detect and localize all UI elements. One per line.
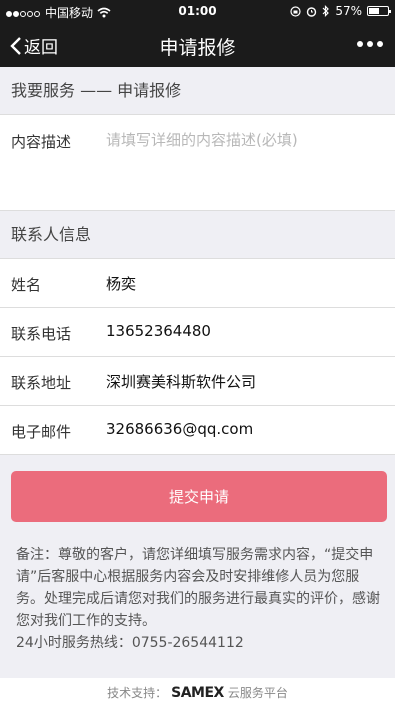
more-dots-icon[interactable]: [357, 41, 383, 47]
nav-bar: 返回 申请报修: [0, 22, 395, 67]
phone-value[interactable]: 13652364480: [106, 322, 211, 340]
bluetooth-icon: [322, 5, 330, 17]
status-bar: 中国移动 01:00 57%: [0, 0, 395, 22]
description-block: 内容描述: [0, 114, 395, 211]
description-input[interactable]: [104, 127, 388, 207]
address-value[interactable]: 深圳赛美科斯软件公司: [106, 371, 256, 392]
contact-row-phone[interactable]: 联系电话 13652364480: [0, 308, 395, 357]
contact-form: 姓名 杨奕 联系电话 13652364480 联系地址 深圳赛美科斯软件公司 电…: [0, 258, 395, 455]
footer-suffix: 云服务平台: [227, 686, 288, 700]
battery-icon: [367, 6, 391, 16]
battery-percent: 57%: [335, 4, 362, 18]
page-title: 申请报修: [159, 37, 236, 59]
email-value[interactable]: 32686636@qq.com: [106, 420, 253, 438]
description-label: 内容描述: [11, 133, 72, 151]
name-value[interactable]: 杨奕: [106, 273, 136, 294]
contact-row-email[interactable]: 电子邮件 32686636@qq.com: [0, 406, 395, 455]
submit-button[interactable]: 提交申请: [11, 471, 387, 522]
contact-row-name[interactable]: 姓名 杨奕: [0, 259, 395, 308]
rotation-lock-icon: [290, 5, 301, 17]
brand-logo: SAMEX: [171, 684, 224, 701]
note-body: 备注：尊敬的客户，请您详细填写服务需求内容，“提交申请”后客服中心根据服务内容会…: [16, 547, 380, 629]
contact-row-address[interactable]: 联系地址 深圳赛美科斯软件公司: [0, 357, 395, 406]
service-hotline: 24小时服务热线：0755-26544112: [16, 635, 244, 651]
row-label: 姓名: [11, 276, 42, 294]
status-icons: 57%: [290, 4, 391, 18]
note-text: 备注：尊敬的客户，请您详细填写服务需求内容，“提交申请”后客服中心根据服务内容会…: [16, 544, 384, 654]
contact-section-title: 联系人信息: [0, 212, 395, 258]
row-label: 联系电话: [11, 325, 72, 343]
footer: 技术支持： SAMEX 云服务平台: [0, 678, 395, 707]
row-label: 联系地址: [11, 374, 72, 392]
footer-prefix: 技术支持：: [107, 686, 168, 700]
service-section-title: 我要服务 —— 申请报修: [0, 67, 395, 114]
alarm-icon: [307, 6, 317, 17]
row-label: 电子邮件: [11, 423, 72, 441]
